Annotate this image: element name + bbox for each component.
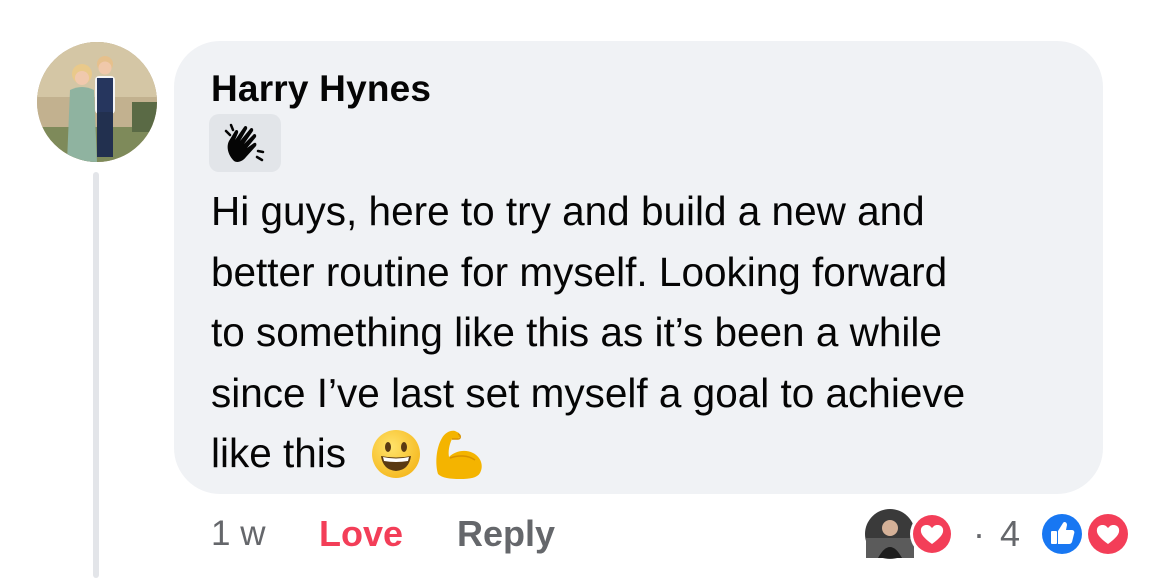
waving-hand-icon bbox=[224, 123, 265, 162]
waving-hand-badge bbox=[209, 114, 281, 172]
thread-line bbox=[93, 172, 99, 578]
grinning-face-emoji bbox=[372, 430, 420, 478]
like-reaction-icon bbox=[1039, 511, 1085, 557]
love-button[interactable]: Love bbox=[319, 511, 403, 557]
reply-button[interactable]: Reply bbox=[457, 511, 555, 557]
love-reaction-icon bbox=[910, 512, 954, 556]
flexed-biceps-emoji bbox=[436, 430, 482, 479]
comment-text: Hi guys, here to try and build a new and… bbox=[211, 188, 966, 476]
reaction-separator: · bbox=[973, 513, 985, 554]
comment-timestamp[interactable]: 1 w bbox=[211, 511, 265, 557]
author-name[interactable]: Harry Hynes bbox=[211, 68, 431, 110]
reaction-count: 4 bbox=[1000, 513, 1021, 554]
reaction-summary[interactable]: · 4 bbox=[864, 508, 1138, 560]
love-reaction-icon bbox=[1085, 511, 1131, 557]
author-avatar[interactable] bbox=[37, 42, 157, 162]
